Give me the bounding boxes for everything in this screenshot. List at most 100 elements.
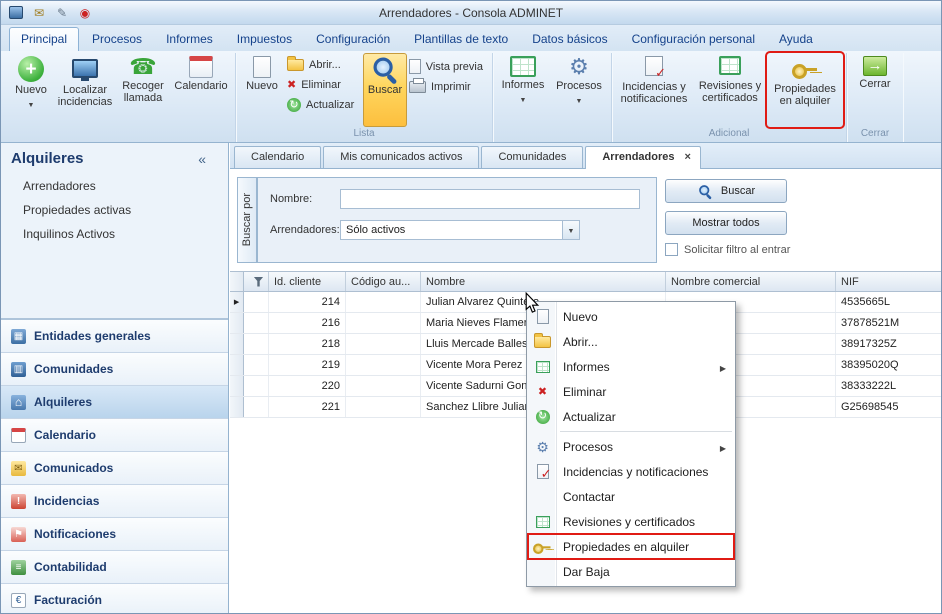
menu-item-procesos[interactable]: Procesos <box>528 434 734 459</box>
menu-item-actualizar[interactable]: Actualizar <box>528 404 734 429</box>
refresh-icon <box>287 98 301 112</box>
sidebar-link-inquilinos-activos[interactable]: Inquilinos Activos <box>23 227 228 241</box>
phone-icon <box>129 56 156 78</box>
cell-codigo[interactable] <box>346 397 421 417</box>
cell-nif[interactable]: 38333222L <box>836 376 941 396</box>
menu-item-incidencias[interactable]: Incidencias y notificaciones <box>528 459 734 484</box>
open-button[interactable]: Abrir... <box>285 58 363 72</box>
sidebar-item-contabilidad[interactable]: Contabilidad <box>1 551 228 584</box>
buildings-icon <box>11 329 26 344</box>
cell-nif[interactable]: 4535665L <box>836 292 941 312</box>
nombre-input[interactable] <box>340 189 640 209</box>
cell-id[interactable]: 220 <box>269 376 346 396</box>
ribbon-tab-config-personal[interactable]: Configuración personal <box>621 28 766 51</box>
select-dropdown-button[interactable] <box>562 221 579 239</box>
column-header-codigo[interactable]: Código au... <box>346 272 421 291</box>
menu-item-informes[interactable]: Informes <box>528 354 734 379</box>
refresh-button[interactable]: Actualizar <box>285 97 363 113</box>
calendar-button[interactable]: Calendario <box>170 53 232 127</box>
mostrar-todos-button[interactable]: Mostrar todos <box>665 211 787 235</box>
cell-codigo[interactable] <box>346 292 421 312</box>
cell-id[interactable]: 218 <box>269 334 346 354</box>
cell-nif[interactable]: G25698545 <box>836 397 941 417</box>
ribbon-tab-datos-basicos[interactable]: Datos básicos <box>521 28 618 51</box>
edit-note-icon[interactable] <box>53 4 71 21</box>
refresh-icon <box>536 410 550 424</box>
cell-codigo[interactable] <box>346 334 421 354</box>
processes-gear-icon <box>569 56 589 78</box>
delete-icon <box>287 78 296 91</box>
delete-button[interactable]: Eliminar <box>285 77 363 92</box>
close-button[interactable]: Cerrar <box>850 53 900 127</box>
search-button[interactable]: Buscar <box>363 53 407 127</box>
menu-item-abrir[interactable]: Abrir... <box>528 329 734 354</box>
ribbon-tab-informes[interactable]: Informes <box>155 28 224 51</box>
cell-id[interactable]: 216 <box>269 313 346 333</box>
sidebar-item-facturacion[interactable]: Facturación <box>1 584 228 614</box>
doc-tab-arrendadores[interactable]: Arrendadores × <box>585 146 701 169</box>
ribbon-tab-impuestos[interactable]: Impuestos <box>226 28 303 51</box>
header-selector-cell <box>230 272 244 291</box>
incidents-notifications-button[interactable]: Incidencias y notificaciones <box>615 53 693 127</box>
column-header-id-cliente[interactable]: Id. cliente <box>269 272 346 291</box>
app-icon[interactable] <box>7 4 25 21</box>
header-filter-cell[interactable] <box>244 272 269 291</box>
ribbon-tab-plantillas[interactable]: Plantillas de texto <box>403 28 519 51</box>
sidebar-item-entidades-generales[interactable]: Entidades generales <box>1 320 228 353</box>
menu-item-propiedades-en-alquiler[interactable]: Propiedades en alquiler <box>528 534 734 559</box>
ribbon-tab-configuracion[interactable]: Configuración <box>305 28 401 51</box>
column-header-nombre[interactable]: Nombre <box>421 272 666 291</box>
record-icon[interactable] <box>76 4 94 21</box>
row-indicator <box>230 313 244 333</box>
menu-item-nuevo[interactable]: Nuevo <box>528 304 734 329</box>
solicitar-filtro-checkbox[interactable] <box>665 243 678 256</box>
sidebar-item-incidencias[interactable]: Incidencias <box>1 485 228 518</box>
menu-item-dar-baja[interactable]: Dar Baja <box>528 559 734 584</box>
app-icon-glyph <box>9 6 23 19</box>
column-header-nombre-comercial[interactable]: Nombre comercial <box>666 272 836 291</box>
ribbon-tab-procesos[interactable]: Procesos <box>81 28 153 51</box>
pickup-call-button[interactable]: Recoger llamada <box>116 53 170 127</box>
ribbon-tab-ayuda[interactable]: Ayuda <box>768 28 824 51</box>
menu-item-contactar[interactable]: Contactar <box>528 484 734 509</box>
new-record-button[interactable]: Nuevo <box>239 53 285 127</box>
cell-codigo[interactable] <box>346 355 421 375</box>
doc-tab-comunidades[interactable]: Comunidades <box>481 146 583 168</box>
filter-side-panel[interactable]: Buscar por <box>237 177 257 263</box>
ribbon-tab-principal[interactable]: Principal <box>9 27 79 51</box>
cell-codigo[interactable] <box>346 376 421 396</box>
reviews-certificates-button[interactable]: Revisiones y certificados <box>693 53 767 127</box>
menu-item-eliminar[interactable]: Eliminar <box>528 379 734 404</box>
close-tab-icon[interactable]: × <box>685 151 691 163</box>
cell-nif[interactable]: 38395020Q <box>836 355 941 375</box>
doc-tab-mis-comunicados[interactable]: Mis comunicados activos <box>323 146 479 168</box>
sidebar-item-calendario[interactable]: Calendario <box>1 419 228 452</box>
sidebar-link-propiedades-activas[interactable]: Propiedades activas <box>23 203 228 217</box>
sidebar-item-notificaciones[interactable]: Notificaciones <box>1 518 228 551</box>
preview-button[interactable]: Vista previa <box>407 58 489 75</box>
cell-nif[interactable]: 38917325Z <box>836 334 941 354</box>
menu-item-revisiones[interactable]: Revisiones y certificados <box>528 509 734 534</box>
locate-incidents-button[interactable]: Localizar incidencias <box>54 53 116 127</box>
arrendadores-select[interactable]: Sólo activos <box>340 220 580 240</box>
sidebar-item-alquileres[interactable]: Alquileres <box>1 386 228 419</box>
sidebar-link-arrendadores[interactable]: Arrendadores <box>23 179 228 193</box>
new-button[interactable]: Nuevo <box>8 53 54 127</box>
cell-id[interactable]: 219 <box>269 355 346 375</box>
collapse-sidebar-button[interactable]: « <box>198 151 206 167</box>
processes-button[interactable]: Procesos <box>550 53 608 127</box>
cell-codigo[interactable] <box>346 313 421 333</box>
column-header-nif[interactable]: NIF <box>836 272 941 291</box>
cell-nif[interactable]: 37878521M <box>836 313 941 333</box>
ribbon-group-label-adicional: Adicional <box>615 127 843 142</box>
doc-tab-calendario[interactable]: Calendario <box>234 146 321 168</box>
cell-id[interactable]: 214 <box>269 292 346 312</box>
mail-icon[interactable] <box>30 4 48 21</box>
cell-id[interactable]: 221 <box>269 397 346 417</box>
sidebar-item-comunidades[interactable]: Comunidades <box>1 353 228 386</box>
rental-properties-button[interactable]: Propiedades en alquiler <box>767 53 843 127</box>
reports-button[interactable]: Informes <box>496 53 550 127</box>
print-button[interactable]: Imprimir <box>407 80 489 94</box>
buscar-button[interactable]: Buscar <box>665 179 787 203</box>
sidebar-item-comunicados[interactable]: Comunicados <box>1 452 228 485</box>
